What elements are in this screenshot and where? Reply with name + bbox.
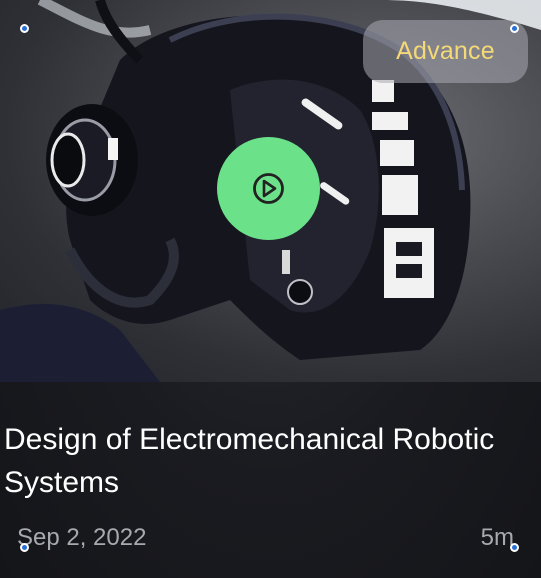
play-icon [253,173,284,204]
publish-date: Sep 2, 2022 [17,524,147,551]
resize-handle-top-left[interactable] [20,24,29,33]
resize-handle-bottom-right[interactable] [510,543,519,552]
resize-handle-top-right[interactable] [510,24,519,33]
course-title: Design of Electromechanical Robotic Syst… [4,423,495,499]
course-card[interactable]: Advance Design of Electromechanical Robo… [0,0,541,578]
course-duration: 5m [480,524,514,551]
play-button[interactable] [217,137,320,240]
resize-handle-bottom-left[interactable] [20,543,29,552]
level-badge: Advance [363,20,528,83]
